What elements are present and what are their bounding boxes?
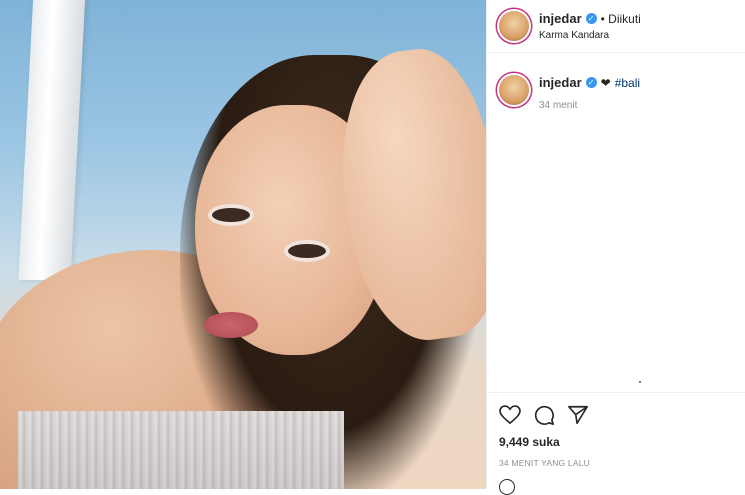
comment-icon[interactable] bbox=[533, 404, 555, 426]
hashtag-link[interactable]: #bali bbox=[615, 76, 640, 90]
heart-icon[interactable] bbox=[499, 405, 521, 425]
scroll-indicator bbox=[639, 381, 641, 383]
post-header: injedar ✓ • Diikuti Karma Kandara bbox=[487, 0, 745, 53]
likes-count[interactable]: 9,449 suka bbox=[499, 435, 734, 449]
header-username[interactable]: injedar bbox=[539, 11, 582, 26]
white-flag bbox=[18, 0, 86, 280]
lips-shape bbox=[204, 312, 258, 338]
verified-icon: ✓ bbox=[585, 13, 597, 24]
right-eye bbox=[288, 244, 326, 258]
avatar[interactable] bbox=[499, 11, 529, 41]
left-eye bbox=[212, 208, 250, 222]
caption-comment: injedar ✓ ❤ #bali 34 menit bbox=[487, 53, 745, 111]
caption-username[interactable]: injedar bbox=[539, 75, 582, 90]
avatar[interactable] bbox=[499, 75, 529, 105]
action-icons bbox=[499, 403, 734, 427]
post-photo[interactable] bbox=[0, 0, 486, 489]
caption-time: 34 menit bbox=[539, 100, 578, 111]
share-icon[interactable] bbox=[567, 404, 589, 426]
post-side-panel: injedar ✓ • Diikuti Karma Kandara injeda… bbox=[486, 0, 745, 495]
posted-ago[interactable]: 34 MENIT YANG LALU bbox=[499, 458, 734, 468]
actions-section: 9,449 suka 34 MENIT YANG LALU bbox=[487, 392, 745, 468]
follow-status[interactable]: • Diikuti bbox=[601, 12, 641, 26]
emoji-icon[interactable] bbox=[499, 479, 515, 495]
blurred-overlay bbox=[18, 411, 344, 489]
verified-icon: ✓ bbox=[585, 77, 597, 88]
location-link[interactable]: Karma Kandara bbox=[539, 30, 641, 41]
heart-emoji: ❤ bbox=[600, 75, 611, 90]
